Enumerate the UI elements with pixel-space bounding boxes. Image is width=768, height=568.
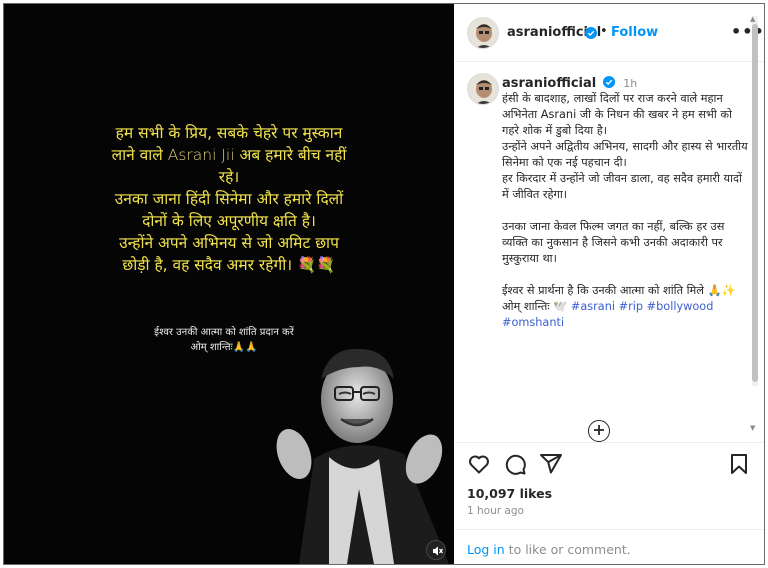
avatar[interactable]: [467, 73, 499, 105]
post-side-panel: asraniofficial • Follow ••• asranioffici…: [455, 4, 764, 564]
login-link[interactable]: Log in: [467, 542, 505, 557]
likes-count[interactable]: 10,097 likes: [467, 486, 552, 501]
poster-line: लाने वाले Asrani Jii अब हमारे बीच नहीं: [111, 146, 347, 164]
avatar[interactable]: [467, 17, 499, 49]
caption-timestamp[interactable]: 1h: [623, 77, 637, 90]
login-prompt-text: to like or comment.: [504, 542, 631, 557]
poster-line: छोड़ी है, वह सदैव अमर रहेगी। 💐💐: [122, 256, 336, 274]
poster-line: हम सभी के प्रिय, सबके चेहरे पर मुस्कान: [115, 124, 343, 142]
load-more-comments-button[interactable]: [588, 420, 610, 442]
poster-line: उन्होंने अपने अभिनय से जो अमिट छाप: [119, 234, 339, 252]
scroll-up-icon[interactable]: ▲: [750, 15, 755, 23]
more-options-button[interactable]: •••: [731, 22, 765, 41]
poster-message: हम सभी के प्रिय, सबके चेहरे पर मुस्कान ल…: [30, 122, 428, 276]
profile-picture-icon: [468, 18, 498, 48]
muted-icon: [433, 546, 444, 556]
comments-section[interactable]: asraniofficial 1h हंसी के बादशाह, लाखों …: [455, 63, 764, 443]
caption-header: asraniofficial 1h: [502, 75, 637, 91]
scroll-down-icon[interactable]: ▼: [750, 424, 755, 432]
actor-portrait-image: [276, 348, 449, 564]
poster-line: रहे।: [218, 168, 240, 186]
poster-line: दोनों के लिए अपूरणीय क्षति है।: [142, 212, 316, 230]
hashtag-link[interactable]: #bollywood: [647, 300, 714, 313]
add-circle-icon: [594, 425, 604, 435]
caption-body: हंसी के बादशाह, लाखों दिलों पर राज करने …: [502, 92, 748, 313]
action-bar: [455, 446, 764, 486]
scrollbar-thumb[interactable]: [752, 24, 758, 382]
post-media[interactable]: हम सभी के प्रिय, सबके चेहरे पर मुस्कान ल…: [4, 4, 454, 564]
profile-picture-icon: [468, 74, 498, 104]
heart-icon[interactable]: [467, 452, 491, 476]
separator-dot: •: [600, 24, 608, 39]
follow-button[interactable]: Follow: [611, 25, 658, 40]
login-prompt: Log in to like or comment.: [455, 529, 764, 564]
bookmark-icon[interactable]: [727, 452, 751, 476]
mute-button[interactable]: [426, 540, 446, 560]
poster-line: उनका जाना हिंदी सिनेमा और हमारे दिलों: [114, 190, 344, 208]
hashtag-link[interactable]: #asrani: [571, 300, 615, 313]
post-header: asraniofficial • Follow •••: [455, 4, 764, 62]
caption-text: हंसी के बादशाह, लाखों दिलों पर राज करने …: [502, 91, 752, 331]
verified-icon: [585, 27, 597, 39]
share-icon[interactable]: [539, 452, 563, 476]
verified-icon: [603, 76, 616, 88]
hashtag-link[interactable]: #omshanti: [502, 316, 564, 329]
hashtag-link[interactable]: #rip: [619, 300, 643, 313]
poster-name: Asrani Jii: [167, 146, 235, 164]
comment-icon[interactable]: [503, 452, 527, 476]
poster-sub-line: ईश्वर उनकी आत्मा को शांति प्रदान करें: [154, 327, 294, 338]
post-time-ago[interactable]: 1 hour ago: [467, 505, 524, 517]
caption-username[interactable]: asraniofficial: [502, 76, 596, 91]
